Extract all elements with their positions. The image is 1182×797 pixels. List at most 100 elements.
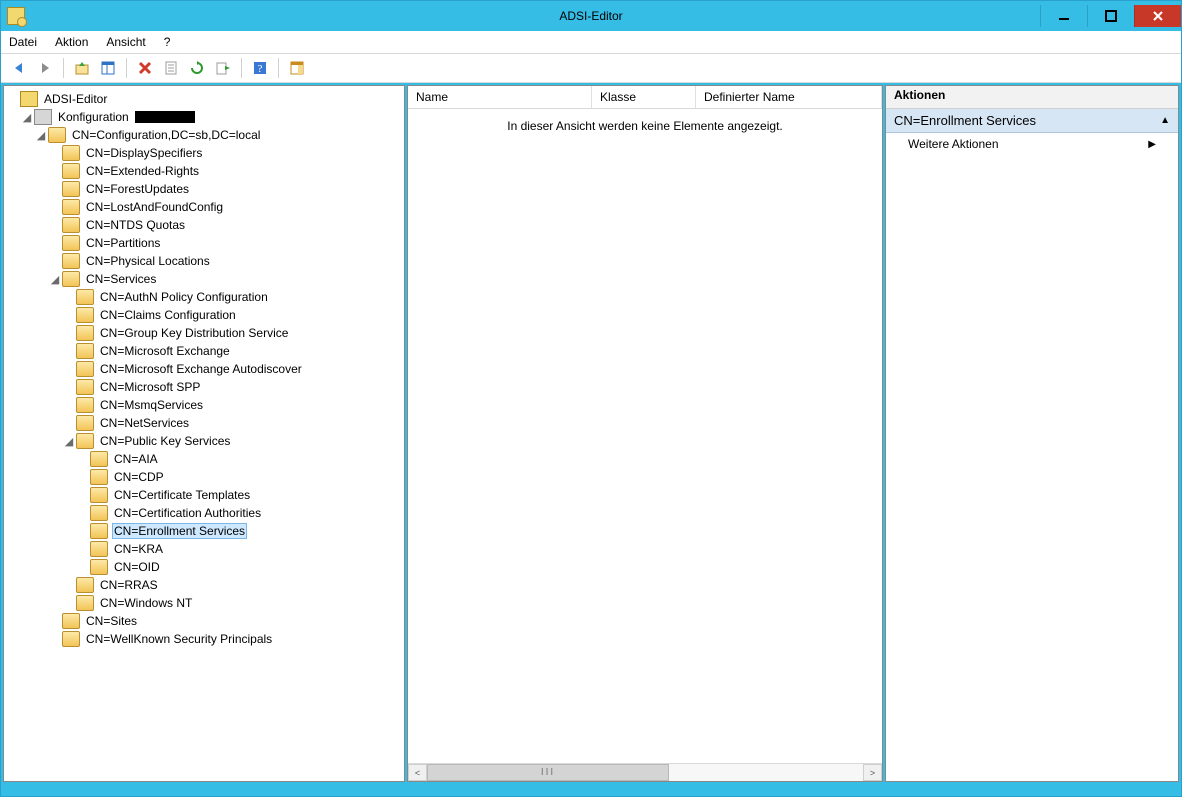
tree-node-services[interactable]: ◢ CN=Services bbox=[6, 270, 402, 288]
help-button[interactable]: ? bbox=[248, 56, 272, 80]
tree-node-pks[interactable]: ◢ CN=Public Key Services bbox=[6, 432, 402, 450]
tree-label: CN=Microsoft Exchange Autodiscover bbox=[98, 362, 304, 376]
folder-icon bbox=[76, 577, 94, 593]
export-button[interactable] bbox=[211, 56, 235, 80]
tree-node-selected[interactable]: CN=Enrollment Services bbox=[6, 522, 402, 540]
collapse-icon[interactable]: ▲ bbox=[1160, 115, 1170, 126]
tree-node[interactable]: CN=NTDS Quotas bbox=[6, 216, 402, 234]
toolbar-separator bbox=[278, 58, 279, 78]
tree-node[interactable]: CN=CDP bbox=[6, 468, 402, 486]
twisty-icon[interactable]: ◢ bbox=[20, 111, 34, 124]
svg-text:?: ? bbox=[258, 63, 263, 75]
tree-node[interactable]: CN=MsmqServices bbox=[6, 396, 402, 414]
folder-icon bbox=[90, 469, 108, 485]
tree-node[interactable]: CN=AuthN Policy Configuration bbox=[6, 288, 402, 306]
folder-icon bbox=[90, 505, 108, 521]
show-hide-pane-button[interactable] bbox=[96, 56, 120, 80]
folder-icon bbox=[76, 343, 94, 359]
column-header-name[interactable]: Name bbox=[408, 86, 592, 108]
close-button[interactable] bbox=[1134, 5, 1181, 27]
menu-help[interactable]: ? bbox=[164, 35, 171, 49]
tree-root[interactable]: ADSI-Editor bbox=[6, 90, 402, 108]
tree-node[interactable]: CN=Claims Configuration bbox=[6, 306, 402, 324]
toolbar: ? bbox=[1, 54, 1181, 83]
tree-node[interactable]: CN=RRAS bbox=[6, 576, 402, 594]
folder-icon bbox=[76, 433, 94, 449]
tree-label: CN=Windows NT bbox=[98, 596, 194, 610]
scroll-left-button[interactable]: < bbox=[408, 764, 427, 781]
tree-label: CN=ForestUpdates bbox=[84, 182, 191, 196]
minimize-button[interactable] bbox=[1040, 5, 1087, 27]
window-controls bbox=[1040, 5, 1181, 27]
tree-node[interactable]: CN=Microsoft Exchange bbox=[6, 342, 402, 360]
list-header: Name Klasse Definierter Name bbox=[408, 86, 882, 109]
folder-icon bbox=[62, 253, 80, 269]
folder-icon bbox=[48, 127, 66, 143]
tree-node[interactable]: CN=Microsoft Exchange Autodiscover bbox=[6, 360, 402, 378]
folder-icon bbox=[90, 559, 108, 575]
tree-node[interactable]: CN=Sites bbox=[6, 612, 402, 630]
tree-label: CN=Group Key Distribution Service bbox=[98, 326, 290, 340]
folder-icon bbox=[62, 235, 80, 251]
menu-file[interactable]: Datei bbox=[9, 35, 37, 49]
tree-node[interactable]: CN=Extended-Rights bbox=[6, 162, 402, 180]
forward-button[interactable] bbox=[33, 56, 57, 80]
scroll-thumb[interactable]: III bbox=[427, 764, 669, 781]
tree-node[interactable]: CN=Group Key Distribution Service bbox=[6, 324, 402, 342]
folder-icon bbox=[62, 631, 80, 647]
tree-node[interactable]: CN=ForestUpdates bbox=[6, 180, 402, 198]
tree-node[interactable]: CN=Partitions bbox=[6, 234, 402, 252]
scroll-right-button[interactable]: > bbox=[863, 764, 882, 781]
tree-node[interactable]: CN=DisplaySpecifiers bbox=[6, 144, 402, 162]
maximize-button[interactable] bbox=[1087, 5, 1134, 27]
tree-label: CN=AuthN Policy Configuration bbox=[98, 290, 270, 304]
tree-label: CN=NTDS Quotas bbox=[84, 218, 187, 232]
tree-label: CN=DisplaySpecifiers bbox=[84, 146, 204, 160]
twisty-icon[interactable]: ◢ bbox=[62, 435, 76, 448]
twisty-icon[interactable]: ◢ bbox=[34, 129, 48, 142]
navigation-tree[interactable]: ADSI-Editor ◢ Konfiguration ◢ CN=Configu… bbox=[4, 86, 404, 781]
list-empty-message: In dieser Ansicht werden keine Elemente … bbox=[408, 119, 882, 133]
properties-button[interactable] bbox=[159, 56, 183, 80]
twisty-icon[interactable]: ◢ bbox=[48, 273, 62, 286]
tree-node[interactable]: CN=Physical Locations bbox=[6, 252, 402, 270]
tree-node[interactable]: CN=NetServices bbox=[6, 414, 402, 432]
column-header-dn[interactable]: Definierter Name bbox=[696, 86, 882, 108]
back-button[interactable] bbox=[7, 56, 31, 80]
tree-node[interactable]: CN=Microsoft SPP bbox=[6, 378, 402, 396]
tree-node[interactable]: CN=Windows NT bbox=[6, 594, 402, 612]
tree-label: CN=Configuration,DC=sb,DC=local bbox=[70, 128, 262, 142]
menu-view[interactable]: Ansicht bbox=[106, 35, 145, 49]
tree-node[interactable]: CN=Certificate Templates bbox=[6, 486, 402, 504]
action-pane-button[interactable] bbox=[285, 56, 309, 80]
menu-action[interactable]: Aktion bbox=[55, 35, 88, 49]
tree-node[interactable]: CN=AIA bbox=[6, 450, 402, 468]
scroll-track[interactable]: III bbox=[427, 764, 863, 781]
delete-button[interactable] bbox=[133, 56, 157, 80]
horizontal-scrollbar[interactable]: < III > bbox=[408, 763, 882, 781]
column-header-class[interactable]: Klasse bbox=[592, 86, 696, 108]
folder-icon bbox=[76, 397, 94, 413]
tree-label: CN=Services bbox=[84, 272, 158, 286]
tree-node[interactable]: CN=WellKnown Security Principals bbox=[6, 630, 402, 648]
actions-more[interactable]: Weitere Aktionen ▶ bbox=[886, 133, 1178, 155]
folder-icon bbox=[62, 145, 80, 161]
toolbar-separator bbox=[63, 58, 64, 78]
up-button[interactable] bbox=[70, 56, 94, 80]
tree-node-dn[interactable]: ◢ CN=Configuration,DC=sb,DC=local bbox=[6, 126, 402, 144]
tree-node[interactable]: CN=LostAndFoundConfig bbox=[6, 198, 402, 216]
list-body[interactable]: In dieser Ansicht werden keine Elemente … bbox=[408, 109, 882, 763]
refresh-button[interactable] bbox=[185, 56, 209, 80]
tree-node[interactable]: CN=OID bbox=[6, 558, 402, 576]
tree-label: CN=Enrollment Services bbox=[112, 523, 247, 539]
tree-node[interactable]: CN=KRA bbox=[6, 540, 402, 558]
tree-node[interactable]: CN=Certification Authorities bbox=[6, 504, 402, 522]
tree-node-config[interactable]: ◢ Konfiguration bbox=[6, 108, 402, 126]
toolbar-separator bbox=[241, 58, 242, 78]
actions-selected[interactable]: CN=Enrollment Services ▲ bbox=[886, 109, 1178, 133]
titlebar[interactable]: ADSI-Editor bbox=[1, 1, 1181, 31]
config-icon bbox=[34, 109, 52, 125]
folder-icon bbox=[76, 289, 94, 305]
actions-selected-label: CN=Enrollment Services bbox=[894, 113, 1036, 128]
folder-icon bbox=[76, 307, 94, 323]
